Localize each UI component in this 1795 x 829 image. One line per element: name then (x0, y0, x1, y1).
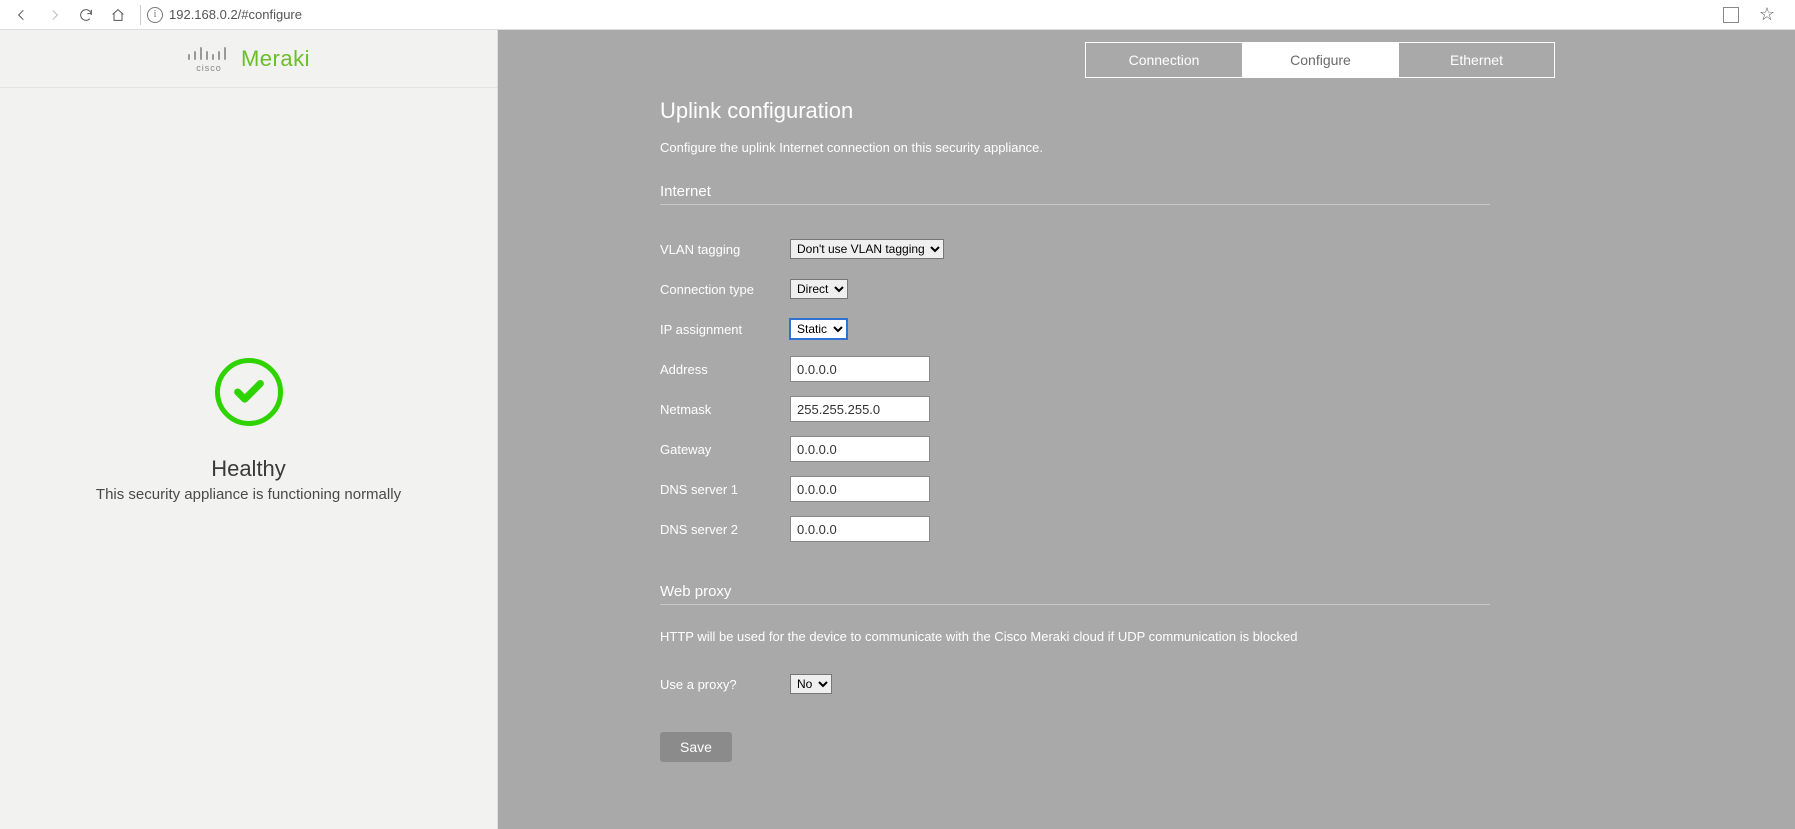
dns1-input[interactable] (790, 476, 930, 502)
tab-configure[interactable]: Configure (1242, 43, 1398, 77)
dns1-label: DNS server 1 (660, 482, 790, 497)
page-description: Configure the uplink Internet connection… (660, 140, 1490, 155)
tab-connection[interactable]: Connection (1086, 43, 1242, 77)
ip-assignment-select[interactable]: Static (790, 319, 847, 339)
dns2-label: DNS server 2 (660, 522, 790, 537)
internet-section-heading: Internet (660, 183, 1490, 205)
forward-button[interactable] (38, 1, 70, 29)
star-icon: ☆ (1759, 4, 1775, 25)
health-check-icon (215, 358, 283, 426)
address-label: Address (660, 362, 790, 377)
gateway-label: Gateway (660, 442, 790, 457)
home-button[interactable] (102, 1, 134, 29)
main-content: Connection Configure Ethernet Uplink con… (498, 30, 1795, 829)
reading-view-icon (1723, 7, 1739, 23)
use-proxy-select[interactable]: No (790, 674, 832, 694)
tab-bar: Connection Configure Ethernet (1085, 42, 1555, 78)
favorite-button[interactable]: ☆ (1751, 1, 1783, 29)
dns2-input[interactable] (790, 516, 930, 542)
sidebar: cisco Meraki Healthy This security appli… (0, 30, 498, 829)
refresh-icon (78, 7, 94, 23)
connection-type-label: Connection type (660, 282, 790, 297)
save-button[interactable]: Save (660, 732, 732, 762)
logo: cisco Meraki (0, 30, 497, 88)
separator (140, 5, 141, 25)
health-subtitle: This security appliance is functioning n… (96, 486, 401, 503)
page-title: Uplink configuration (660, 98, 1490, 124)
connection-type-select[interactable]: Direct (790, 279, 848, 299)
cisco-bars-icon (187, 45, 231, 61)
gateway-input[interactable] (790, 436, 930, 462)
back-button[interactable] (6, 1, 38, 29)
meraki-text: Meraki (241, 46, 310, 72)
netmask-input[interactable] (790, 396, 930, 422)
arrow-left-icon (14, 7, 30, 23)
site-info-icon[interactable]: i (147, 7, 163, 23)
refresh-button[interactable] (70, 1, 102, 29)
vlan-tagging-select[interactable]: Don't use VLAN tagging (790, 239, 944, 259)
address-bar[interactable]: 192.168.0.2/#configure (169, 7, 1715, 22)
webproxy-section-heading: Web proxy (660, 583, 1490, 605)
webproxy-description: HTTP will be used for the device to comm… (660, 629, 1490, 644)
ip-assignment-label: IP assignment (660, 322, 790, 337)
vlan-tagging-label: VLAN tagging (660, 242, 790, 257)
tab-ethernet[interactable]: Ethernet (1398, 43, 1554, 77)
netmask-label: Netmask (660, 402, 790, 417)
reading-view-button[interactable] (1715, 1, 1747, 29)
health-title: Healthy (211, 456, 286, 482)
use-proxy-label: Use a proxy? (660, 677, 790, 692)
address-input[interactable] (790, 356, 930, 382)
browser-chrome: i 192.168.0.2/#configure ☆ (0, 0, 1795, 30)
cisco-text: cisco (196, 63, 222, 73)
arrow-right-icon (46, 7, 62, 23)
home-icon (110, 7, 126, 23)
health-status: Healthy This security appliance is funct… (96, 358, 401, 503)
